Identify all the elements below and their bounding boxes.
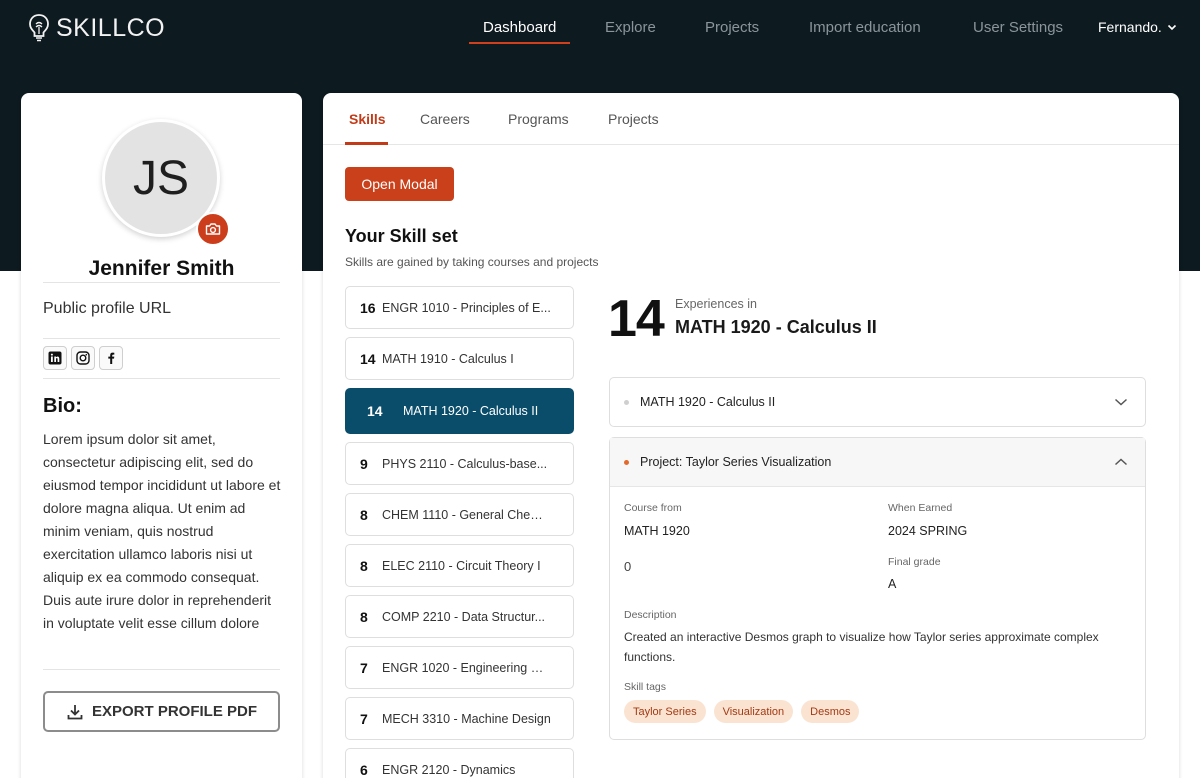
change-photo-button[interactable] [196,212,230,246]
brand-name: SKILLCO [56,13,166,42]
export-label: EXPORT PROFILE PDF [91,703,257,720]
lightbulb-icon [29,14,49,42]
when-earned-label: When Earned [888,502,953,514]
nav-dashboard[interactable]: Dashboard [483,19,556,36]
skill-item[interactable]: 8 COMP 2210 - Data Structur... [345,595,574,638]
skill-item[interactable]: 8 ELEC 2110 - Circuit Theory I [345,544,574,587]
tab-careers[interactable]: Careers [420,111,470,127]
social-links [43,346,123,370]
skill-label: CHEM 1110 - General Chemi... [382,507,552,522]
nav-import-education[interactable]: Import education [809,19,921,36]
nav-user-settings[interactable]: User Settings [973,19,1063,36]
skill-count: 14 [367,403,383,419]
tab-bar: Skills Careers Programs Projects [323,93,1179,145]
skill-item[interactable]: 7 ENGR 1020 - Engineering Gr... [345,646,574,689]
divider [43,378,280,379]
divider [43,338,280,339]
experiences-in-label: Experiences in [675,297,757,311]
skill-label: ENGR 1010 - Principles of E... [382,300,551,315]
selected-course-title: MATH 1920 - Calculus II [675,317,877,337]
description-text: Created an interactive Desmos graph to v… [624,630,1099,664]
tab-programs[interactable]: Programs [508,111,569,127]
public-profile-url[interactable]: Public profile URL [43,300,171,318]
skill-tags-label: Skill tags [624,681,667,693]
skill-count: 14 [360,350,376,367]
top-nav: SKILLCO Dashboard Explore Projects Impor… [0,0,1200,56]
accordion-title: MATH 1920 - Calculus II [640,395,776,409]
experience-count: 14 [608,290,665,348]
skill-item[interactable]: 7 MECH 3310 - Machine Design [345,697,574,740]
skill-item[interactable]: 8 CHEM 1110 - General Chemi... [345,493,574,536]
nav-explore[interactable]: Explore [605,19,656,36]
profile-card: JS Jennifer Smith Public profile URL Bio… [21,93,302,778]
bullet-icon [624,399,629,405]
skill-tag[interactable]: Desmos [801,700,860,723]
tab-active-indicator [345,142,388,145]
chevron-down-icon [1167,24,1176,31]
course-from-label: Course from [624,502,682,514]
skill-item[interactable]: 9 PHYS 2110 - Calculus-base... [345,442,574,485]
bullet-icon [624,459,629,465]
extra-value: 0 [624,559,632,574]
facebook-icon[interactable] [99,346,123,370]
accordion-header[interactable]: MATH 1920 - Calculus II [610,378,1145,426]
skill-label: COMP 2210 - Data Structur... [382,609,546,624]
camera-icon [205,223,221,235]
skill-label: ELEC 2110 - Circuit Theory I [382,558,541,573]
skill-label: MECH 3310 - Machine Design [382,711,551,726]
skill-item[interactable]: 16 ENGR 1010 - Principles of E... [345,286,574,329]
skill-label: ENGR 1020 - Engineering Gr... [382,660,552,675]
skill-label: MATH 1910 - Calculus I [382,351,514,366]
skill-count: 7 [360,659,368,676]
skill-count: 7 [360,710,368,727]
skill-count: 9 [360,455,368,472]
skill-count: 6 [360,761,368,778]
skill-item-selected[interactable]: 14 MATH 1920 - Calculus II [345,388,574,434]
course-from-value: MATH 1920 [624,524,690,538]
chevron-up-icon [1114,458,1128,466]
skill-tag[interactable]: Visualization [713,700,794,723]
divider [43,282,280,283]
accordion-body: Course from MATH 1920 When Earned 2024 S… [610,486,1145,739]
bio-title: Bio: [43,395,82,417]
accordion-project: Project: Taylor Series Visualization Cou… [609,437,1146,740]
final-grade-value: A [888,577,897,591]
accordion-course: MATH 1920 - Calculus II [609,377,1146,427]
final-grade-label: Final grade [888,556,941,568]
user-menu[interactable]: Fernando. [1098,19,1177,35]
export-profile-pdf-button[interactable]: EXPORT PROFILE PDF [43,691,280,732]
skill-item[interactable]: 6 ENGR 2120 - Dynamics [345,748,574,778]
skill-tag[interactable]: Taylor Series [624,700,706,723]
nav-active-indicator [469,42,570,44]
skillset-title: Your Skill set [345,226,458,246]
profile-name: Jennifer Smith [88,257,235,280]
main-card: Skills Careers Programs Projects Open Mo… [323,93,1179,778]
nav-projects[interactable]: Projects [705,19,759,36]
linkedin-icon[interactable] [43,346,67,370]
chevron-down-icon [1114,398,1128,406]
skill-item[interactable]: 14 MATH 1910 - Calculus I [345,337,574,380]
skill-label: PHYS 2110 - Calculus-base... [382,456,548,471]
skill-label: ENGR 2120 - Dynamics [382,762,516,777]
skill-count: 8 [360,608,368,625]
skill-count: 8 [360,506,368,523]
user-name: Fernando. [1098,19,1162,35]
tab-skills[interactable]: Skills [349,111,386,127]
bio-text: Lorem ipsum dolor sit amet, consectetur … [43,431,281,631]
skill-label: MATH 1920 - Calculus II [403,404,539,418]
instagram-icon[interactable] [71,346,95,370]
skillset-subtitle: Skills are gained by taking courses and … [345,255,599,269]
description-label: Description [624,609,677,621]
divider [43,669,280,670]
open-modal-button[interactable]: Open Modal [345,167,454,201]
brand-logo[interactable]: SKILLCO [28,12,165,44]
tab-projects[interactable]: Projects [608,111,659,127]
when-earned-value: 2024 SPRING [888,524,968,538]
accordion-header[interactable]: Project: Taylor Series Visualization [610,438,1145,486]
skill-count: 16 [360,299,376,316]
skill-tags: Taylor Series Visualization Desmos [624,700,860,723]
accordion-title: Project: Taylor Series Visualization [640,455,832,469]
download-icon [67,704,83,719]
skill-count: 8 [360,557,368,574]
